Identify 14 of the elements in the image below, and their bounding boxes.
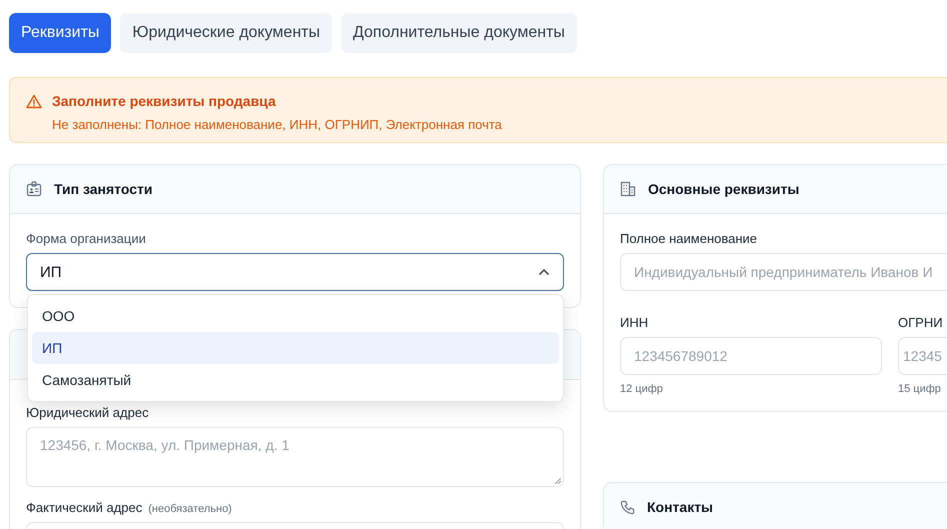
optional-note: (необязательно) (148, 503, 232, 515)
field-label: Юридический адрес (26, 405, 149, 420)
card-title: Тип занятости (54, 181, 152, 197)
field-label: Форма организации (26, 231, 147, 246)
field-hint: 15 цифр (898, 383, 942, 395)
card-title: Контакты (647, 499, 714, 515)
field-hint: 12 цифр (620, 383, 664, 395)
field-label: ИНН (620, 315, 650, 330)
field-label: ОГРНИ (898, 315, 944, 330)
alert-message: Не заполнены: Полное наименование, ИНН, ОГРНИП, Электронная почта (52, 117, 503, 132)
card-title: Основные реквизиты (648, 181, 800, 197)
field-label: Полное наименование (620, 231, 758, 246)
field-label: Фактический адрес (26, 500, 142, 515)
alert-title: Заполните реквизиты продавца (52, 93, 276, 109)
